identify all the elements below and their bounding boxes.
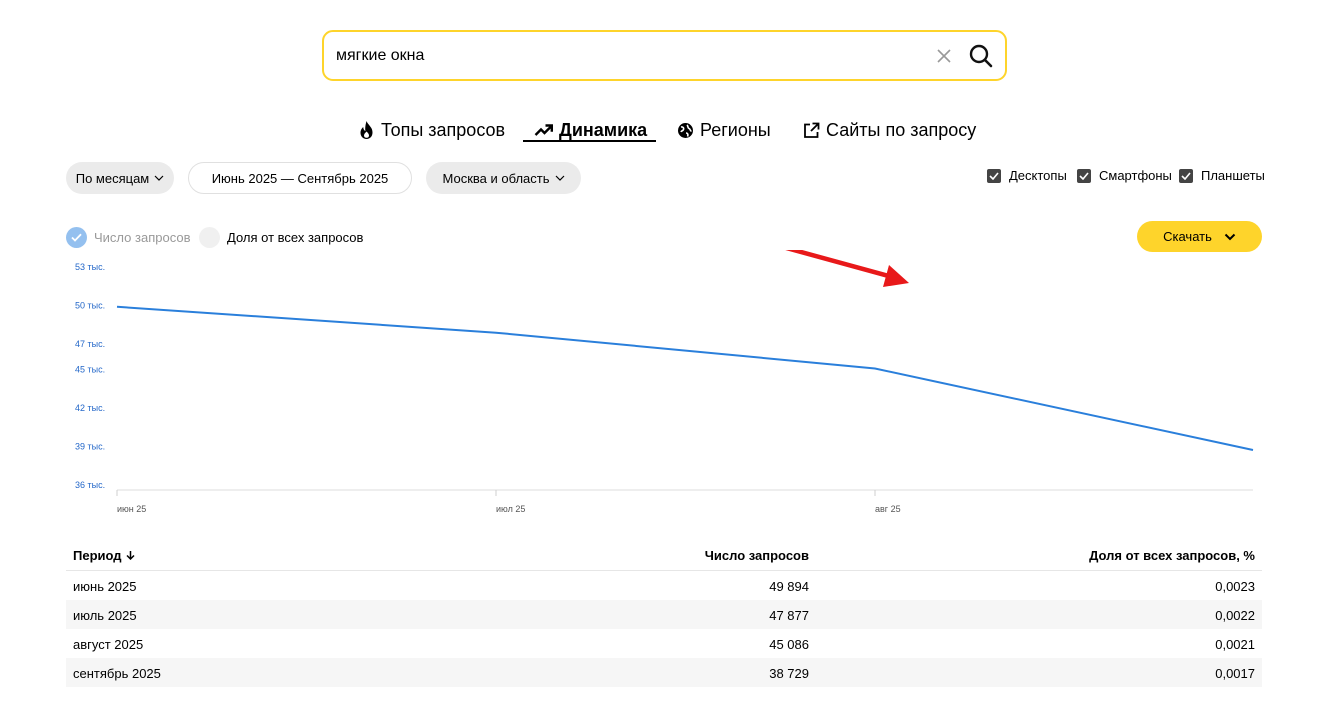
table-header: Период Число запросов Доля от всех запро…: [66, 540, 1262, 571]
red-arrow-annotation: [785, 250, 909, 287]
cell-share: 0,0017: [1215, 666, 1255, 681]
device-label: Десктопы: [1009, 168, 1067, 183]
download-label: Скачать: [1163, 229, 1212, 244]
cell-share: 0,0021: [1215, 637, 1255, 652]
cell-period: июнь 2025: [73, 579, 137, 594]
globe-icon: [677, 122, 694, 139]
cell-period: сентябрь 2025: [73, 666, 161, 681]
metric-share-toggle[interactable]: Доля от всех запросов: [199, 226, 363, 248]
x-tick-label: авг 25: [875, 504, 901, 514]
x-tick-label: июл 25: [496, 504, 525, 514]
tab-label: Динамика: [559, 119, 648, 140]
checkbox-smartphones[interactable]: Смартфоны: [1077, 168, 1172, 183]
tab-regions[interactable]: Регионы: [677, 116, 771, 144]
y-tick-label: 42 тыс.: [75, 403, 105, 413]
search-input[interactable]: [336, 44, 896, 68]
table-row: сентябрь 2025 38 729 0,0017: [66, 658, 1262, 687]
close-icon[interactable]: [932, 44, 956, 68]
cell-period: июль 2025: [73, 608, 137, 623]
flame-icon: [358, 120, 375, 140]
tab-label: Регионы: [700, 119, 771, 140]
metric-count-toggle[interactable]: Число запросов: [66, 226, 190, 248]
external-link-icon: [803, 122, 820, 139]
col-share-header[interactable]: Доля от всех запросов, %: [1089, 548, 1255, 563]
arrow-head: [883, 265, 909, 287]
col-period-label: Период: [73, 548, 122, 563]
check-icon: [1179, 168, 1193, 183]
arrow-down-icon: [126, 548, 135, 563]
cell-count: 38 729: [769, 666, 809, 681]
table-row: июль 2025 47 877 0,0022: [66, 600, 1262, 629]
tab-bar: Топы запросов Динамика Регионы Сайты по …: [0, 116, 1338, 146]
download-button[interactable]: Скачать: [1137, 221, 1262, 252]
check-icon: [987, 168, 1001, 183]
series-line: [116, 305, 1254, 451]
check-icon: [1077, 168, 1091, 183]
y-axis: 53 тыс. 50 тыс. 47 тыс. 45 тыс. 42 тыс. 39 ты…: [75, 262, 105, 490]
metric-count-label: Число запросов: [94, 229, 191, 245]
cell-period: август 2025: [73, 637, 144, 652]
y-tick-label: 36 тыс.: [75, 480, 105, 490]
col-period-header[interactable]: Период: [73, 548, 135, 563]
chevron-down-icon: [1224, 229, 1236, 244]
trend-up-icon: [534, 122, 553, 138]
y-tick-label: 47 тыс.: [75, 339, 105, 349]
search-box[interactable]: [322, 30, 1007, 81]
metric-share-label: Доля от всех запросов: [227, 229, 364, 245]
y-tick-label: 39 тыс.: [75, 442, 105, 452]
y-tick-label: 45 тыс.: [75, 365, 105, 375]
cell-count: 49 894: [769, 579, 809, 594]
active-tab-indicator: [523, 140, 656, 142]
line-chart: 53 тыс. 50 тыс. 47 тыс. 45 тыс. 42 тыс. 39 ты…: [75, 250, 1254, 514]
x-axis: июн 25 июл 25 авг 25: [116, 490, 901, 514]
x-tick-label: июн 25: [117, 504, 146, 514]
y-tick-label: 53 тыс.: [75, 262, 105, 272]
search-icon[interactable]: [966, 41, 996, 71]
cell-share: 0,0023: [1215, 579, 1255, 594]
checkbox-desktops[interactable]: Десктопы: [987, 168, 1067, 183]
y-tick-label: 50 тыс.: [75, 300, 105, 310]
tab-label: Сайты по запросу: [826, 119, 977, 140]
col-count-header[interactable]: Число запросов: [705, 548, 809, 563]
device-label: Планшеты: [1201, 168, 1265, 183]
cell-count: 45 086: [769, 637, 809, 652]
cell-share: 0,0022: [1215, 608, 1255, 623]
cell-count: 47 877: [769, 608, 809, 623]
check-circle-icon: [66, 226, 87, 248]
radio-circle-icon: [199, 226, 220, 248]
tab-sites[interactable]: Сайты по запросу: [803, 116, 976, 144]
table-row: август 2025 45 086 0,0021: [66, 629, 1262, 658]
arrow-shaft: [785, 250, 899, 281]
tab-top-queries[interactable]: Топы запросов: [358, 116, 505, 144]
checkbox-tablets[interactable]: Планшеты: [1179, 168, 1265, 183]
data-table: Период Число запросов Доля от всех запро…: [66, 540, 1262, 687]
table-row: июнь 2025 49 894 0,0023: [66, 571, 1262, 600]
device-label: Смартфоны: [1099, 168, 1172, 183]
device-filters: Десктопы Смартфоны Планшеты: [0, 168, 1338, 188]
tab-label: Топы запросов: [381, 119, 506, 140]
